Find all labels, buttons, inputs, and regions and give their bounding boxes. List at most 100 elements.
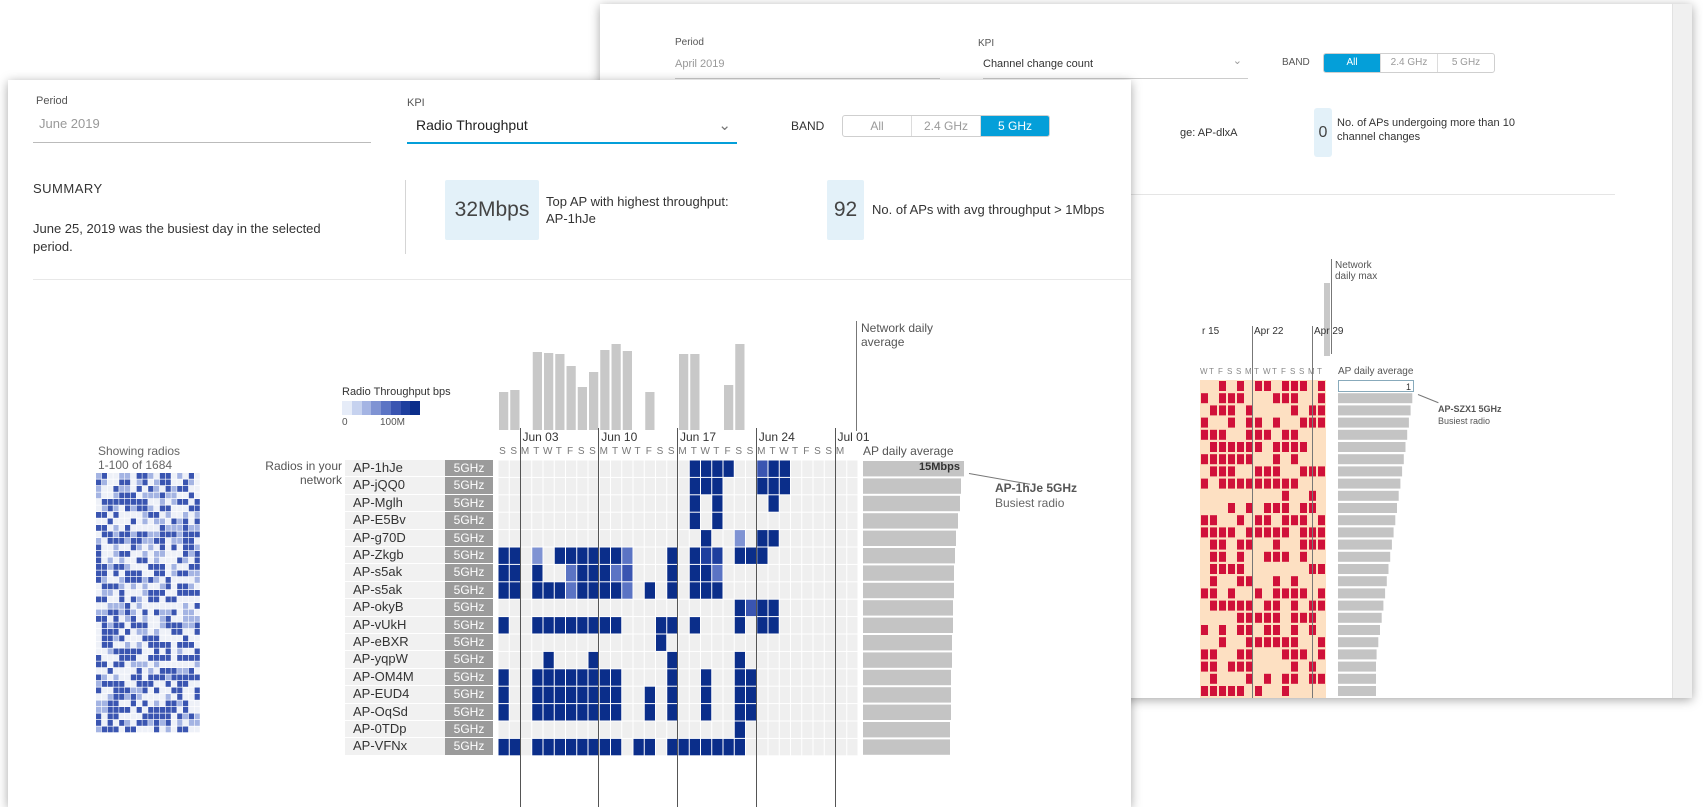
radio-row-name[interactable]: AP-okyB	[345, 599, 445, 616]
week-label: Jun 17	[680, 430, 717, 444]
radio-row-name[interactable]: AP-VFNx	[345, 738, 445, 755]
overview-cell	[107, 694, 113, 700]
overview-cell	[113, 512, 119, 518]
radio-row-name[interactable]: AP-yqpW	[345, 651, 445, 668]
overview-cell	[165, 648, 171, 655]
overview-cell	[148, 635, 154, 642]
heat-cell	[554, 599, 565, 617]
overview-cell	[148, 603, 154, 609]
radio-row-name[interactable]: AP-s5ak	[345, 581, 445, 599]
overview-cell	[96, 694, 102, 700]
band-selector[interactable]: All 2.4 GHz 5 GHz	[1323, 53, 1495, 73]
band-option-1[interactable]: 2.4 GHz	[912, 116, 981, 136]
band-option-2[interactable]: 5 GHz	[1438, 54, 1494, 72]
overview-heatmap[interactable]	[96, 473, 202, 733]
overview-cell	[119, 577, 125, 583]
day-letter: F	[724, 446, 731, 457]
overview-cell	[171, 557, 177, 564]
overview-cell	[171, 551, 177, 557]
ap-average-bar	[863, 635, 952, 651]
overview-cell	[177, 622, 183, 629]
back-heat-cell	[1300, 539, 1307, 550]
heat-cell	[656, 564, 667, 582]
radio-row-name[interactable]: AP-1hJe	[345, 460, 445, 477]
kpi-select[interactable]: Channel change count ⌄	[983, 54, 1248, 79]
overview-cell	[183, 486, 189, 492]
overview-cell	[159, 557, 165, 564]
radio-row-name[interactable]: AP-g70D	[345, 529, 445, 546]
overview-cell	[159, 642, 165, 648]
overview-cell	[148, 512, 154, 518]
band-option-1[interactable]: 2.4 GHz	[1381, 54, 1438, 72]
overview-cell	[188, 570, 194, 577]
overview-cell	[188, 700, 194, 707]
overview-cell	[188, 577, 194, 583]
overview-cell	[101, 525, 107, 531]
overview-cell	[96, 603, 102, 609]
day-letter: T	[611, 446, 619, 457]
overview-cell	[142, 551, 148, 557]
heat-cell	[543, 738, 554, 756]
heat-cell	[824, 721, 835, 738]
legend-swatch	[371, 401, 381, 415]
scrollbar[interactable]	[1672, 4, 1692, 698]
overview-cell	[125, 570, 131, 577]
heat-cell	[712, 634, 723, 651]
overview-cell	[183, 687, 189, 694]
heat-cell	[554, 651, 565, 669]
radio-row-name[interactable]: AP-jQQ0	[345, 477, 445, 494]
overview-cell	[113, 726, 119, 733]
heat-cell	[768, 669, 779, 686]
heat-cell	[566, 477, 577, 495]
heat-cell	[599, 564, 610, 582]
kpi-select[interactable]: Radio Throughput ⌄	[407, 114, 737, 144]
radio-row-name[interactable]: AP-Mglh	[345, 494, 445, 512]
network-daily-bar	[566, 366, 576, 430]
band-option-2[interactable]: 5 GHz	[981, 116, 1049, 136]
overview-cell	[154, 570, 160, 577]
overview-cell	[130, 492, 136, 499]
band-option-0[interactable]: All	[1324, 54, 1381, 72]
back-heat-cell	[1264, 600, 1271, 611]
heat-cell	[543, 547, 554, 564]
heat-cell	[566, 582, 577, 599]
radio-row-name[interactable]: AP-OqSd	[345, 703, 445, 720]
overview-cell	[107, 479, 113, 486]
overview-cell	[125, 531, 131, 538]
radio-row-name[interactable]: AP-EUD4	[345, 686, 445, 703]
back-heat-cell	[1264, 503, 1271, 513]
overview-cell	[142, 661, 148, 668]
radio-row-name[interactable]: AP-vUkH	[345, 616, 445, 633]
radio-row-name[interactable]: AP-Zkgb	[345, 547, 445, 564]
radio-row-name[interactable]: AP-eBXR	[345, 634, 445, 651]
heat-cell	[723, 564, 734, 582]
radio-row-name[interactable]: AP-E5Bv	[345, 512, 445, 529]
network-daily-bar	[577, 387, 587, 430]
network-daily-bar	[510, 390, 520, 430]
overview-cell	[183, 674, 189, 681]
top-ap-text: ge: AP-dlxA	[1180, 127, 1238, 139]
period-field[interactable]: June 2019	[33, 114, 371, 143]
band-option-0[interactable]: All	[843, 116, 912, 136]
overview-cell	[194, 590, 200, 596]
overview-cell	[154, 700, 160, 707]
period-field[interactable]: April 2019	[675, 54, 940, 79]
overview-cell	[142, 518, 148, 525]
radio-row-name[interactable]: AP-s5ak	[345, 564, 445, 581]
radio-row-name[interactable]: AP-0TDp	[345, 721, 445, 738]
band-selector[interactable]: All 2.4 GHz 5 GHz	[842, 115, 1050, 137]
back-heat-cell	[1273, 454, 1280, 465]
overview-cell	[188, 681, 194, 687]
heat-cell	[498, 669, 509, 686]
back-heat-cell	[1318, 393, 1325, 404]
back-ap-bar	[1338, 490, 1399, 501]
heat-cell	[723, 530, 734, 547]
heat-cell	[622, 547, 633, 564]
overview-cell	[142, 603, 148, 609]
busiest-label: Busiest radio	[995, 496, 1065, 510]
heat-cell	[768, 686, 779, 704]
heat-cell	[802, 634, 813, 651]
heat-cell	[611, 634, 622, 651]
overview-cell	[101, 674, 107, 681]
radio-row-name[interactable]: AP-OM4M	[345, 668, 445, 686]
